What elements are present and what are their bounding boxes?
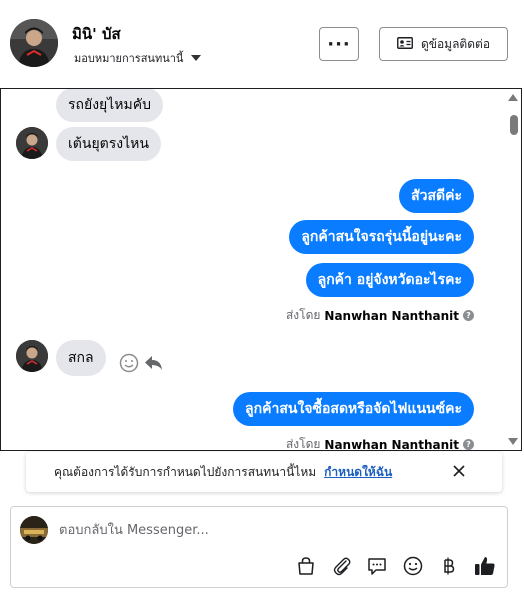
view-contact-info-label: ดูข้อมูลติดต่อ <box>420 36 491 51</box>
contact-name[interactable]: มินิ' บัส <box>72 22 121 46</box>
reply-input[interactable] <box>59 519 479 541</box>
emoji-icon[interactable] <box>402 555 424 577</box>
saved-reply-icon[interactable] <box>366 555 388 577</box>
incoming-message[interactable]: สกล <box>56 340 106 376</box>
sent-by-label: ส่งโดย Nanwhan Nanthanit ? <box>286 306 474 325</box>
page-avatar <box>20 516 48 544</box>
reply-composer <box>10 506 508 588</box>
message-thread[interactable]: รถยังยุไหมคับ เต้นยุตรงไหน สัวสดีค่ะ ลูก… <box>0 88 522 451</box>
outgoing-message[interactable]: ลูกค้าสนใจรถรุ่นนี้อยู่นะคะ <box>289 220 474 254</box>
assign-to-me-link[interactable]: กำหนดให้ฉัน <box>324 463 392 482</box>
contact-card-icon <box>397 36 413 52</box>
incoming-message[interactable]: รถยังยุไหมคับ <box>56 89 163 122</box>
outgoing-message[interactable]: ลูกค้า อยู่จังหวัดอะไรคะ <box>305 263 474 297</box>
sent-by-name: Nanwhan Nanthanit <box>324 437 459 451</box>
baht-icon[interactable] <box>438 555 460 577</box>
messenger-conversation-panel: มินิ' บัส มอบหมายการสนทนานี้ ··· ดูข้อมู… <box>0 0 524 600</box>
smiley-react-icon[interactable] <box>119 353 139 377</box>
view-contact-info-button[interactable]: ดูข้อมูลติดต่อ <box>379 27 508 61</box>
assignment-prompt: คุณต้องการได้รับการกำหนดไปยังการสนทนานี้… <box>54 464 317 479</box>
outgoing-message[interactable]: สัวสดีค่ะ <box>399 179 474 213</box>
incoming-message[interactable]: เต้นยุตรงไหน <box>56 127 161 161</box>
reply-arrow-icon[interactable] <box>144 354 164 376</box>
assignment-banner: คุณต้องการได้รับการกำหนดไปยังการสนทนานี้… <box>26 452 502 492</box>
sent-by-name: Nanwhan Nanthanit <box>324 308 459 323</box>
assign-label: มอบหมายการสนทนานี้ <box>74 52 184 65</box>
thumbs-up-icon[interactable] <box>474 555 496 577</box>
conversation-header: มินิ' บัส มอบหมายการสนทนานี้ ··· ดูข้อมู… <box>0 0 524 88</box>
info-icon[interactable]: ? <box>463 310 474 321</box>
paperclip-icon[interactable] <box>331 555 353 577</box>
close-icon[interactable] <box>452 464 466 481</box>
more-options-button[interactable]: ··· <box>319 27 359 61</box>
info-icon[interactable]: ? <box>463 439 474 450</box>
scroll-down-arrow-icon[interactable] <box>508 438 518 445</box>
scroll-up-arrow-icon[interactable] <box>508 94 518 101</box>
assign-conversation-dropdown[interactable]: มอบหมายการสนทนานี้ <box>74 49 202 67</box>
sent-by-prefix: ส่งโดย <box>285 437 321 451</box>
scrollbar-thumb[interactable] <box>510 115 518 135</box>
sender-avatar[interactable] <box>16 340 48 372</box>
shopping-bag-icon[interactable] <box>295 555 317 577</box>
caret-down-icon <box>191 55 202 61</box>
outgoing-message[interactable]: ลูกค้าสนใจซื้อสดหรือจัดไฟแนนซ์คะ <box>233 392 474 426</box>
contact-avatar[interactable] <box>10 19 58 67</box>
sent-by-label: ส่งโดย Nanwhan Nanthanit ? <box>285 435 474 451</box>
thread-scrollbar[interactable] <box>507 89 521 450</box>
sender-avatar[interactable] <box>16 127 48 159</box>
sent-by-prefix: ส่งโดย <box>285 308 321 322</box>
